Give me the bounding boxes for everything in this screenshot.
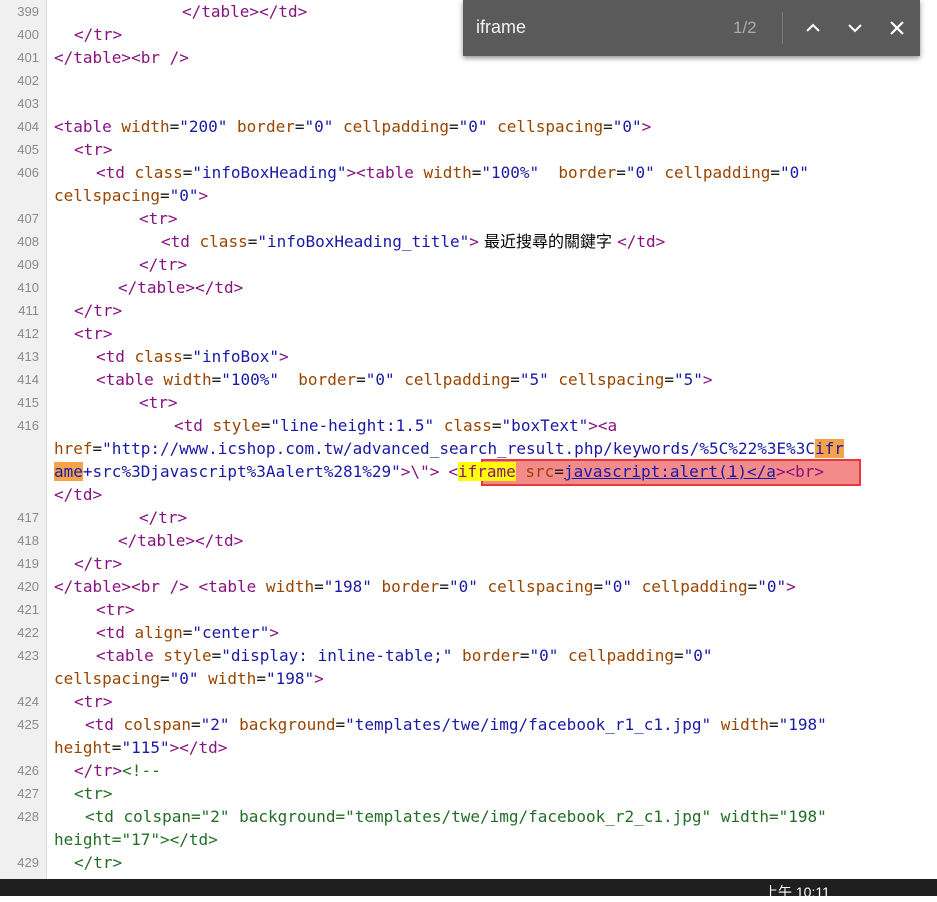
find-input[interactable]: iframe [476, 17, 526, 38]
code-line: <td style="line-height:1.5" class="boxTe… [174, 416, 618, 435]
line-number: 402 [17, 73, 39, 88]
code-line: </tr> [139, 255, 188, 274]
code-line: </tr> [74, 554, 123, 573]
line-number: 421 [17, 602, 39, 617]
code-line: </tr> [74, 853, 123, 872]
line-number: 415 [17, 395, 39, 410]
find-bar: iframe 1/2 [463, 0, 920, 56]
line-number: 412 [17, 326, 39, 341]
code-line: <table width="200" border="0" cellpaddin… [54, 117, 652, 136]
code-line: height="115"></td> [54, 738, 228, 757]
code-line: </table></td> [118, 278, 244, 297]
line-number: 411 [18, 303, 39, 318]
code-line: </tr> [139, 508, 188, 527]
code-line: href="http://www.icshop.com.tw/advanced_… [54, 439, 844, 458]
close-icon [890, 21, 904, 35]
search-match: ifr [815, 439, 844, 458]
code-line: cellspacing="0"> [54, 186, 209, 205]
line-number: 428 [17, 809, 39, 824]
code-line: ame+src%3Djavascript%3Aalert%281%29">\">… [54, 462, 825, 481]
code-line: <td colspan="2" background="templates/tw… [85, 715, 827, 734]
line-number: 400 [17, 27, 39, 42]
line-number: 409 [17, 257, 39, 272]
find-divider [782, 12, 783, 44]
taskbar-clock[interactable]: 上午 10:11 [764, 882, 830, 902]
line-number: 425 [17, 717, 39, 732]
chevron-up-icon [806, 23, 820, 32]
find-close-button[interactable] [883, 14, 911, 42]
heading-title-text: 最近搜尋的關鍵字 [478, 232, 618, 251]
taskbar: 上午 10:11 [0, 879, 937, 900]
code-line: <td class="infoBoxHeading_title"> 最近搜尋的關… [161, 232, 666, 251]
code-line: <td class="infoBox"> [96, 347, 289, 366]
code-line: </table><br /> <table width="198" border… [54, 577, 796, 596]
line-number: 413 [17, 349, 39, 364]
line-number: 418 [17, 533, 39, 548]
code-line: <table style="display: inline-table;" bo… [96, 646, 713, 665]
line-number: 427 [17, 786, 39, 801]
code-line: <td colspan="2" background="templates/tw… [85, 807, 827, 826]
line-number: 417 [17, 510, 39, 525]
line-number: 404 [17, 119, 39, 134]
code-line: <tr> [74, 324, 113, 343]
code-line: </tr><!-- [74, 761, 161, 780]
line-number: 423 [17, 648, 39, 663]
code-line: <tr> [74, 140, 113, 159]
code-line: cellspacing="0" width="198"> [54, 669, 324, 688]
line-number: 420 [17, 579, 39, 594]
code-line: <tr> [139, 209, 178, 228]
search-match: ame [54, 462, 83, 481]
line-number: 399 [17, 4, 39, 19]
line-number: 401 [17, 50, 39, 65]
code-line: <table width="100%" border="0" cellpaddi… [96, 370, 713, 389]
line-number: 407 [17, 211, 39, 226]
line-number: 424 [17, 694, 39, 709]
find-match-count: 1/2 [733, 18, 757, 37]
source-view[interactable]: 399 400 401 402 403 404 405 406 407 408 … [0, 0, 937, 896]
code-line: </tr> [74, 25, 123, 44]
code-line: <td class="infoBoxHeading"><table width=… [96, 163, 809, 182]
line-number: 405 [17, 142, 39, 157]
code-line: </tr> [74, 301, 123, 320]
line-number: 403 [17, 96, 39, 111]
code-line: <td align="center"> [96, 623, 280, 642]
find-previous-button[interactable] [799, 14, 827, 42]
line-number: 429 [17, 855, 39, 870]
code-line: <tr> [74, 692, 113, 711]
line-number: 414 [17, 372, 39, 387]
line-number: 410 [17, 280, 39, 295]
active-search-match: iframe [457, 462, 516, 481]
line-number: 426 [17, 763, 39, 778]
code-line: </td> [54, 485, 103, 504]
code-line: <tr> [139, 393, 178, 412]
line-number: 422 [17, 625, 39, 640]
code-line: </table><br /> [54, 48, 189, 67]
code-line: <tr> [74, 784, 113, 803]
find-next-button[interactable] [841, 14, 869, 42]
code-line: </table></td> [182, 2, 308, 21]
javascript-link[interactable]: javascript:alert(1)</a [564, 462, 776, 481]
line-number: 408 [17, 234, 39, 249]
code-line: </table></td> [118, 531, 244, 550]
code-line: height="17"></td> [54, 830, 218, 849]
line-number: 419 [17, 556, 39, 571]
chevron-down-icon [848, 24, 862, 33]
line-number: 416 [17, 418, 39, 433]
line-number: 406 [17, 165, 39, 180]
code-line: <tr> [96, 600, 135, 619]
